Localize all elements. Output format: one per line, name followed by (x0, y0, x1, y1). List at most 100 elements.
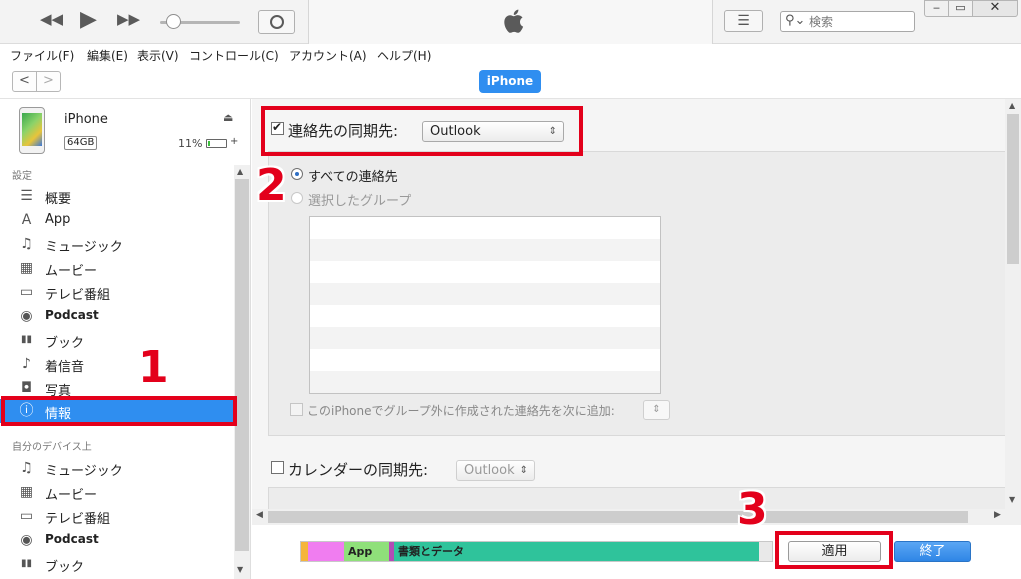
back-button[interactable]: < (12, 71, 37, 92)
step-3-marker: 3 (737, 484, 768, 535)
scroll-down-icon[interactable]: ▼ (237, 565, 243, 574)
list-item[interactable] (310, 327, 660, 349)
sidebar-item-tv-shows[interactable]: ▭ テレビ番組 (0, 280, 234, 304)
radio-selected-groups[interactable] (291, 192, 303, 204)
apply-button[interactable]: 適用 (788, 541, 881, 562)
calendar-sync-checkbox[interactable] (271, 461, 284, 474)
calendar-source-select[interactable]: Outlook ⇕ (456, 460, 535, 481)
sidebar-item-books[interactable]: ▮▮ ブック (0, 328, 234, 352)
list-item[interactable] (310, 217, 660, 239)
add-contacts-select[interactable]: ⇕ (643, 400, 670, 420)
eject-icon[interactable]: ⏏ (223, 111, 233, 124)
sidebar-item-music[interactable]: ♫ ミュージック (0, 232, 234, 256)
capacity-segment-free (759, 542, 772, 561)
list-item[interactable] (310, 371, 660, 393)
fast-forward-icon[interactable]: ▶▶ (117, 10, 140, 28)
scrollbar-thumb[interactable] (235, 179, 249, 551)
scroll-right-icon[interactable]: ▶ (994, 510, 1001, 520)
calendar-sync-row: カレンダーの同期先: Outlook ⇕ (268, 454, 1006, 484)
list-item[interactable] (310, 261, 660, 283)
sidebar-item-movies[interactable]: ▦ ムービー (0, 256, 234, 280)
menu-account[interactable]: アカウント(A) (289, 47, 367, 64)
rewind-icon[interactable]: ◀◀ (40, 10, 63, 28)
sidebar-item-label: テレビ番組 (45, 288, 111, 303)
contacts-sync-checkbox[interactable] (271, 120, 284, 135)
menu-file[interactable]: ファイル(F) (10, 47, 74, 64)
player-toolbar: ◀◀ ▶ ▶▶ ☰ ⚲⌄ ‒ ▭ ✕ (0, 0, 1021, 44)
scroll-left-icon[interactable]: ◀ (256, 510, 263, 520)
radio-all-contacts[interactable] (291, 168, 303, 180)
volume-knob[interactable] (166, 14, 181, 29)
capacity-segment-app: App (344, 542, 389, 561)
iphone-icon (19, 107, 45, 154)
book-icon: ▮▮ (20, 334, 32, 345)
list-view-icon[interactable]: ☰ (724, 10, 763, 32)
sidebar-item-device-podcast[interactable]: ◉ Podcast (0, 528, 234, 552)
charging-icon: + (230, 136, 239, 147)
minimize-button[interactable]: ‒ (924, 0, 949, 17)
sidebar-item-tones[interactable]: ♪ 着信音 (0, 352, 234, 376)
book-icon: ▮▮ (20, 558, 32, 569)
forward-button[interactable]: > (36, 71, 61, 92)
done-button[interactable]: 終了 (894, 541, 971, 562)
contacts-source-value: Outlook (430, 124, 481, 139)
music-note-icon: ♫ (20, 236, 33, 252)
device-capacity: 64GB (64, 136, 98, 150)
sidebar-item-device-music[interactable]: ♫ ミュージック (0, 456, 234, 480)
add-contacts-checkbox[interactable] (290, 403, 303, 416)
navigation-row: < > iPhone (0, 64, 1021, 99)
list-item[interactable] (310, 349, 660, 371)
close-button[interactable]: ✕ (972, 0, 1018, 17)
scroll-up-icon[interactable]: ▲ (1009, 101, 1015, 110)
maximize-button[interactable]: ▭ (948, 0, 973, 17)
sidebar-item-label: 写真 (45, 384, 72, 399)
list-item[interactable] (310, 239, 660, 261)
select-arrows-icon: ⇕ (519, 465, 528, 476)
sidebar-item-info[interactable]: ⓘ 情報 (0, 399, 234, 423)
sidebar-item-label: ムービー (45, 264, 98, 279)
sidebar-item-label: ミュージック (45, 464, 123, 479)
camera-icon: ◘ (20, 380, 33, 396)
search-input[interactable] (809, 13, 909, 30)
menu-view[interactable]: 表示(V) (137, 47, 179, 64)
tv-icon: ▭ (19, 284, 34, 300)
main-vertical-scrollbar[interactable]: ▲ ▼ (1005, 99, 1021, 509)
scroll-down-icon[interactable]: ▼ (1009, 495, 1015, 504)
device-button[interactable]: iPhone (479, 70, 541, 93)
radio-all-contacts-label: すべての連絡先 (308, 170, 398, 185)
menu-help[interactable]: ヘルプ(H) (377, 47, 431, 64)
sidebar-item-label: テレビ番組 (45, 512, 111, 527)
calendar-options (268, 487, 1006, 509)
battery-icon (206, 139, 227, 148)
menu-edit[interactable]: 編集(E) (87, 47, 128, 64)
sidebar-item-label: 着信音 (45, 360, 85, 375)
my-device-header: 自分のデバイス上 (12, 442, 92, 453)
sidebar-item-photos[interactable]: ◘ 写真 (0, 376, 234, 400)
sidebar-item-device-tv-shows[interactable]: ▭ テレビ番組 (0, 504, 234, 528)
menu-controls[interactable]: コントロール(C) (189, 47, 279, 64)
sidebar-item-app[interactable]: A App (0, 208, 234, 232)
scroll-up-icon[interactable]: ▲ (237, 167, 243, 176)
play-icon[interactable]: ▶ (80, 7, 97, 32)
calendar-sync-label: カレンダーの同期先: (288, 461, 429, 479)
list-item[interactable] (310, 305, 660, 327)
capacity-segment (301, 542, 308, 561)
scrollbar-thumb[interactable] (268, 511, 968, 523)
main-horizontal-scrollbar[interactable]: ◀ ▶ (252, 509, 1021, 525)
scrollbar-thumb[interactable] (1007, 114, 1019, 264)
contacts-source-select[interactable]: Outlook ⇕ (422, 121, 564, 142)
sidebar-item-device-movies[interactable]: ▦ ムービー (0, 480, 234, 504)
list-item[interactable] (310, 283, 660, 305)
search-box[interactable]: ⚲⌄ (780, 11, 915, 32)
tv-icon: ▭ (19, 508, 34, 524)
sidebar: iPhone 64GB ⏏ 11% + 設定 ☰ 概要 A App ♫ ミュージ… (0, 99, 251, 579)
bell-icon: ♪ (22, 356, 31, 372)
sidebar-item-device-books[interactable]: ▮▮ ブック (0, 552, 234, 576)
step-2-marker: 2 (256, 160, 287, 211)
sidebar-scrollbar[interactable]: ▲ ▼ (234, 165, 250, 579)
sidebar-item-podcast[interactable]: ◉ Podcast (0, 304, 234, 328)
group-list[interactable] (309, 216, 661, 394)
airplay-icon[interactable] (258, 10, 295, 34)
sidebar-item-label: 情報 (45, 407, 72, 422)
sidebar-item-summary[interactable]: ☰ 概要 (0, 184, 234, 208)
